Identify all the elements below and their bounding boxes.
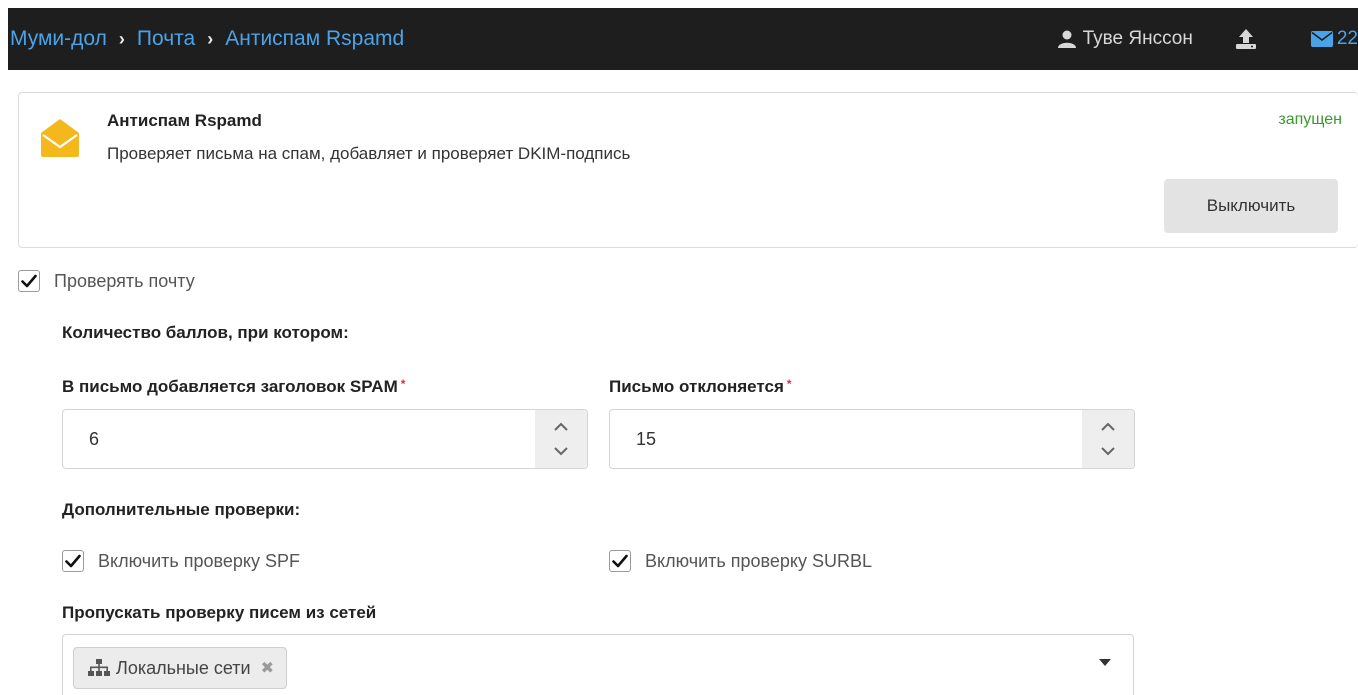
score-heading: Количество баллов, при котором:: [62, 323, 349, 342]
reject-value: 15: [636, 428, 657, 449]
surbl-row: Включить проверку SURBL: [609, 550, 872, 572]
reject-label-text: Письмо отклоняется: [609, 377, 784, 396]
upload-icon: [1235, 29, 1256, 49]
spam-header-stepper: [535, 410, 587, 468]
surbl-label: Включить проверку SURBL: [645, 550, 872, 571]
remove-tag-icon[interactable]: ✖: [261, 658, 274, 678]
chevron-right-icon: ›: [207, 28, 214, 49]
chevron-right-icon: ›: [118, 28, 125, 49]
network-tag: Локальные сети ✖: [73, 647, 287, 689]
service-card: Антиспам Rspamd Проверяет письма на спам…: [18, 92, 1358, 248]
breadcrumb: Муми-дол › Почта › Антиспам Rspamd: [8, 27, 404, 51]
check-mail-label: Проверять почту: [54, 270, 195, 291]
user-icon: [1057, 30, 1076, 48]
surbl-checkbox[interactable]: [609, 550, 631, 572]
mail-notifications[interactable]: 22: [1310, 28, 1358, 50]
chevron-down-icon[interactable]: [1100, 446, 1116, 456]
breadcrumb-item-home[interactable]: Муми-дол: [10, 27, 107, 51]
skip-networks-select[interactable]: Локальные сети ✖: [62, 634, 1134, 695]
network-tag-label: Локальные сети: [116, 657, 251, 678]
network-icon: [88, 659, 110, 676]
chevron-up-icon[interactable]: [1100, 422, 1116, 432]
spam-header-label: В письмо добавляется заголовок SPAM *: [62, 377, 405, 397]
disable-button[interactable]: Выключить: [1164, 179, 1338, 233]
spam-header-input[interactable]: 6: [62, 409, 588, 469]
chevron-up-icon[interactable]: [553, 422, 569, 432]
chevron-down-icon[interactable]: [553, 446, 569, 456]
checkmark-icon: [612, 554, 628, 568]
status-badge: запущен: [1278, 111, 1342, 128]
required-asterisk: *: [400, 377, 406, 391]
caret-down-icon[interactable]: [1099, 659, 1111, 667]
reject-input[interactable]: 15: [609, 409, 1135, 469]
upload-button[interactable]: [1235, 28, 1257, 50]
skip-networks-label: Пропускать проверку писем из сетей: [62, 603, 377, 622]
check-mail-checkbox[interactable]: [18, 270, 40, 292]
checkmark-icon: [65, 554, 81, 568]
extra-checks-heading: Дополнительные проверки:: [62, 500, 301, 519]
service-title: Антиспам Rspamd: [107, 111, 262, 130]
reject-label: Письмо отклоняется *: [609, 377, 792, 397]
spam-header-value: 6: [89, 428, 100, 449]
reject-stepper: [1082, 410, 1134, 468]
checkmark-icon: [21, 274, 37, 288]
top-bar: Муми-дол › Почта › Антиспам Rspamd Туве …: [8, 8, 1358, 70]
check-mail-row: Проверять почту: [18, 270, 195, 292]
spf-checkbox[interactable]: [62, 550, 84, 572]
user-menu[interactable]: Туве Янссон: [1057, 28, 1193, 50]
user-name: Туве Янссон: [1082, 28, 1193, 49]
breadcrumb-item-mail[interactable]: Почта: [137, 27, 195, 51]
breadcrumb-item-current[interactable]: Антиспам Rspamd: [225, 27, 404, 51]
envelope-icon: [1310, 31, 1333, 47]
spam-header-label-text: В письмо добавляется заголовок SPAM: [62, 377, 398, 396]
spf-label: Включить проверку SPF: [98, 550, 300, 571]
mail-count: 22: [1336, 28, 1358, 49]
service-description: Проверяет письма на спам, добавляет и пр…: [107, 144, 631, 163]
spf-row: Включить проверку SPF: [62, 550, 300, 572]
envelope-open-icon: [37, 115, 83, 166]
topbar-actions: Туве Янссон 22: [1057, 8, 1358, 70]
required-asterisk: *: [786, 377, 792, 391]
